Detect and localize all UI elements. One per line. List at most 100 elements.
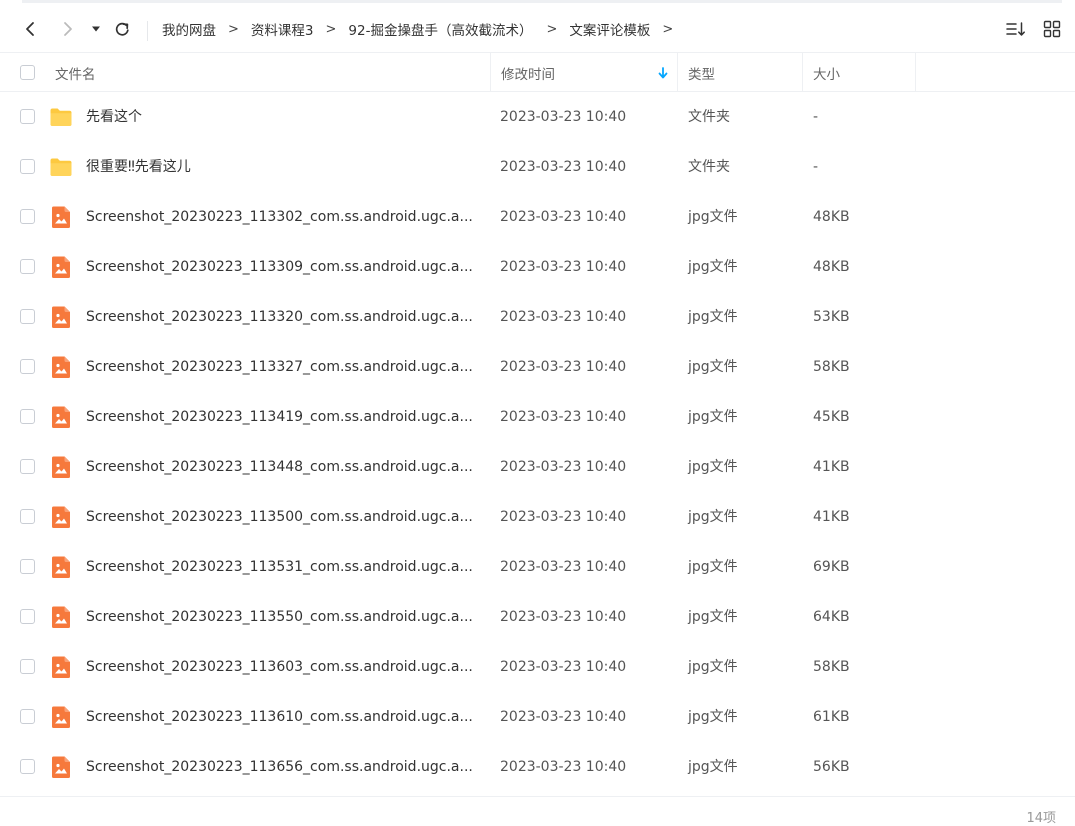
file-modified-time: 2023-03-23 10:40 [500, 609, 627, 625]
file-name[interactable]: 很重要‼先看这儿 [86, 142, 481, 192]
image-file-icon [49, 305, 73, 329]
file-type: jpg文件 [688, 509, 738, 525]
file-row[interactable]: Screenshot_20230223_113656_com.ss.androi… [0, 742, 1075, 792]
file-size: 48KB [813, 209, 850, 225]
breadcrumb-item-root[interactable]: 我的网盘 [162, 19, 216, 39]
file-name[interactable]: Screenshot_20230223_113448_com.ss.androi… [86, 442, 481, 492]
column-divider[interactable] [802, 53, 803, 92]
row-checkbox[interactable] [20, 659, 35, 674]
image-file-icon [49, 505, 73, 529]
folder-icon [49, 105, 73, 129]
column-header-modified[interactable]: 修改时间 [501, 53, 677, 92]
row-checkbox[interactable] [20, 609, 35, 624]
forward-button[interactable] [56, 6, 80, 52]
column-header-name[interactable]: 文件名 [55, 53, 96, 92]
chevron-right-icon [64, 22, 72, 36]
column-header-size[interactable]: 大小 [813, 53, 840, 92]
column-header-type-label: 类型 [688, 66, 715, 83]
file-row[interactable]: Screenshot_20230223_113327_com.ss.androi… [0, 342, 1075, 392]
breadcrumb-item-course-folder[interactable]: 92-掘金操盘手（高效截流术） [348, 19, 532, 39]
image-file-icon [49, 355, 73, 379]
file-row[interactable]: Screenshot_20230223_113550_com.ss.androi… [0, 592, 1075, 642]
file-row[interactable]: 先看这个 2023-03-23 10:40 文件夹 - [0, 92, 1075, 142]
file-name[interactable]: Screenshot_20230223_113603_com.ss.androi… [86, 642, 481, 692]
file-row[interactable]: 很重要‼先看这儿 2023-03-23 10:40 文件夹 - [0, 142, 1075, 192]
grid-view-button[interactable] [1041, 18, 1063, 40]
file-name[interactable]: Screenshot_20230223_113500_com.ss.androi… [86, 492, 481, 542]
file-type: jpg文件 [688, 559, 738, 575]
folder-icon [49, 155, 73, 179]
row-checkbox[interactable] [20, 259, 35, 274]
file-size: 58KB [813, 359, 850, 375]
file-row[interactable]: Screenshot_20230223_113302_com.ss.androi… [0, 192, 1075, 242]
breadcrumb-separator: > [228, 21, 239, 37]
row-checkbox[interactable] [20, 409, 35, 424]
row-checkbox[interactable] [20, 759, 35, 774]
file-modified-time: 2023-03-23 10:40 [500, 359, 627, 375]
file-size: 41KB [813, 459, 850, 475]
file-modified-time: 2023-03-23 10:40 [500, 759, 627, 775]
column-header-type[interactable]: 类型 [688, 53, 715, 92]
file-name[interactable]: Screenshot_20230223_113302_com.ss.androi… [86, 192, 481, 242]
file-name[interactable]: Screenshot_20230223_113320_com.ss.androi… [86, 292, 481, 342]
file-row[interactable]: Screenshot_20230223_113320_com.ss.androi… [0, 292, 1075, 342]
file-row[interactable]: Screenshot_20230223_113309_com.ss.androi… [0, 242, 1075, 292]
file-type: jpg文件 [688, 609, 738, 625]
image-file-icon [49, 255, 73, 279]
file-size: - [813, 109, 819, 125]
file-size: 69KB [813, 559, 850, 575]
image-file-icon [49, 205, 73, 229]
file-name[interactable]: Screenshot_20230223_113327_com.ss.androi… [86, 342, 481, 392]
file-row[interactable]: Screenshot_20230223_113531_com.ss.androi… [0, 542, 1075, 592]
row-checkbox[interactable] [20, 559, 35, 574]
row-checkbox[interactable] [20, 309, 35, 324]
row-checkbox[interactable] [20, 509, 35, 524]
view-tools [1005, 6, 1063, 52]
select-all-checkbox[interactable] [20, 65, 35, 80]
file-name[interactable]: Screenshot_20230223_113309_com.ss.androi… [86, 242, 481, 292]
column-header-size-label: 大小 [813, 66, 840, 83]
image-file-icon [49, 655, 73, 679]
file-name[interactable]: Screenshot_20230223_113531_com.ss.androi… [86, 542, 481, 592]
file-size: 53KB [813, 309, 850, 325]
image-file-icon [49, 755, 73, 779]
back-button[interactable] [18, 6, 42, 52]
row-checkbox[interactable] [20, 359, 35, 374]
row-checkbox[interactable] [20, 159, 35, 174]
file-name[interactable]: Screenshot_20230223_113550_com.ss.androi… [86, 592, 481, 642]
breadcrumb-item-courses[interactable]: 资料课程3 [251, 19, 314, 39]
file-row[interactable]: Screenshot_20230223_113448_com.ss.androi… [0, 442, 1075, 492]
column-divider[interactable] [915, 53, 916, 92]
column-divider[interactable] [490, 53, 491, 92]
file-modified-time: 2023-03-23 10:40 [500, 709, 627, 725]
file-modified-time: 2023-03-23 10:40 [500, 509, 627, 525]
row-checkbox[interactable] [20, 459, 35, 474]
file-size: 48KB [813, 259, 850, 275]
breadcrumb-item-current[interactable]: 文案评论模板 [569, 19, 650, 39]
file-name[interactable]: Screenshot_20230223_113610_com.ss.androi… [86, 692, 481, 742]
file-row[interactable]: Screenshot_20230223_113610_com.ss.androi… [0, 692, 1075, 742]
file-modified-time: 2023-03-23 10:40 [500, 159, 627, 175]
breadcrumb: 我的网盘 > 资料课程3 > 92-掘金操盘手（高效截流术） > 文案评论模板 … [162, 6, 685, 52]
file-row[interactable]: Screenshot_20230223_113603_com.ss.androi… [0, 642, 1075, 692]
toolbar-separator [147, 21, 148, 41]
row-checkbox[interactable] [20, 209, 35, 224]
file-name[interactable]: Screenshot_20230223_113656_com.ss.androi… [86, 742, 481, 792]
file-row[interactable]: Screenshot_20230223_113419_com.ss.androi… [0, 392, 1075, 442]
history-dropdown-button[interactable] [88, 6, 104, 52]
file-modified-time: 2023-03-23 10:40 [500, 309, 627, 325]
file-size: 64KB [813, 609, 850, 625]
column-header-modified-label: 修改时间 [501, 66, 555, 83]
column-divider[interactable] [677, 53, 678, 92]
file-list-header: 文件名 修改时间 类型 大小 [0, 52, 1075, 92]
file-modified-time: 2023-03-23 10:40 [500, 209, 627, 225]
row-checkbox[interactable] [20, 709, 35, 724]
breadcrumb-separator: > [325, 21, 337, 37]
file-row[interactable]: Screenshot_20230223_113500_com.ss.androi… [0, 492, 1075, 542]
row-checkbox[interactable] [20, 109, 35, 124]
file-name[interactable]: Screenshot_20230223_113419_com.ss.androi… [86, 392, 481, 442]
image-file-icon [49, 455, 73, 479]
refresh-button[interactable] [110, 6, 134, 52]
sort-button[interactable] [1005, 18, 1027, 40]
file-name[interactable]: 先看这个 [86, 92, 481, 142]
